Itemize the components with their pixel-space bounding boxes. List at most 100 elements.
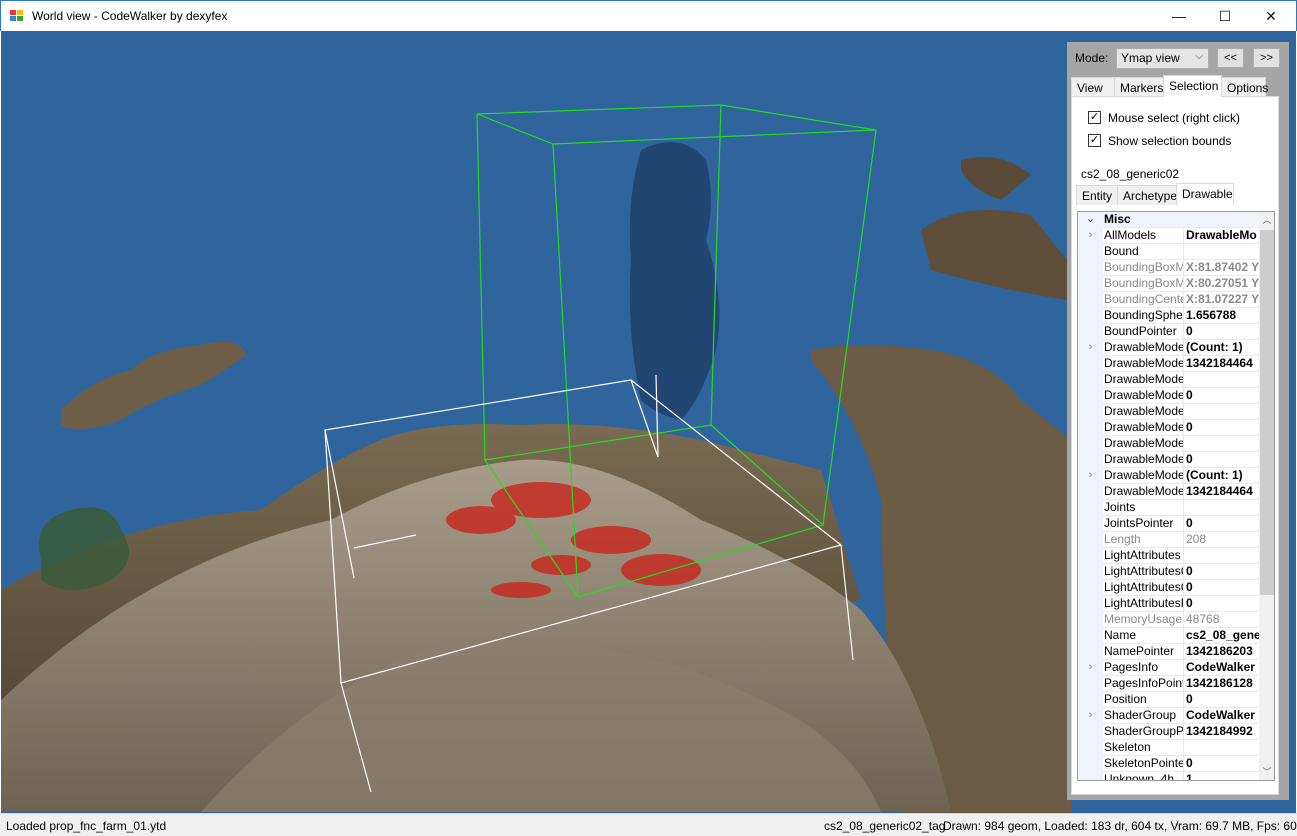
property-row[interactable]: DrawableModels0 bbox=[1078, 388, 1259, 404]
row-margin bbox=[1078, 276, 1103, 292]
property-row[interactable]: DrawableModels bbox=[1078, 372, 1259, 388]
show-bounds-checkbox[interactable]: ✓ bbox=[1088, 134, 1101, 147]
row-margin bbox=[1078, 564, 1103, 580]
property-row[interactable]: DrawableModels0 bbox=[1078, 452, 1259, 468]
property-name: BoundingCenter bbox=[1104, 292, 1184, 308]
property-name: LightAttributesPo bbox=[1104, 596, 1184, 612]
property-value: 0 bbox=[1186, 580, 1193, 594]
expand-icon[interactable]: › bbox=[1078, 228, 1103, 244]
mouse-select-checkbox[interactable]: ✓ bbox=[1088, 111, 1101, 124]
property-value: 0 bbox=[1186, 692, 1193, 706]
property-row[interactable]: DrawableModels1342184464 bbox=[1078, 356, 1259, 372]
property-value bbox=[1186, 740, 1259, 756]
property-row[interactable]: MemoryUsage 48768 bbox=[1078, 612, 1259, 628]
scroll-thumb[interactable] bbox=[1260, 230, 1274, 595]
expand-icon[interactable]: › bbox=[1078, 468, 1103, 484]
property-value: cs2_08_generic02 bbox=[1186, 628, 1259, 642]
category-misc[interactable]: ⌄ Misc bbox=[1078, 212, 1259, 228]
chevron-down-icon: ⌵ bbox=[1195, 51, 1203, 62]
close-button[interactable]: ✕ bbox=[1248, 1, 1294, 31]
subtab-archetype[interactable]: Archetype bbox=[1117, 185, 1177, 205]
property-name: Bound bbox=[1104, 244, 1184, 260]
property-value: 208 bbox=[1186, 532, 1207, 546]
expand-icon[interactable]: › bbox=[1078, 660, 1103, 676]
mouse-select-label: Mouse select (right click) bbox=[1108, 111, 1241, 125]
show-bounds-label: Show selection bounds bbox=[1108, 134, 1232, 148]
ghost-model bbox=[629, 142, 720, 420]
property-row[interactable]: DrawableModels bbox=[1078, 404, 1259, 420]
property-row[interactable]: JointsPointer 0 bbox=[1078, 516, 1259, 532]
property-row[interactable]: SkeletonPointer 0 bbox=[1078, 756, 1259, 772]
property-row[interactable]: BoundingBoxMa X:81.87402 Y bbox=[1078, 260, 1259, 276]
property-row[interactable]: Namecs2_08_generic02 bbox=[1078, 628, 1259, 644]
property-row[interactable]: LightAttributesPo0 bbox=[1078, 596, 1259, 612]
property-row[interactable]: DrawableModels1342184464 bbox=[1078, 484, 1259, 500]
scroll-down-icon[interactable]: ﹀ bbox=[1259, 764, 1274, 780]
property-row[interactable]: BoundingSphere1.656788 bbox=[1078, 308, 1259, 324]
property-row[interactable]: LightAttributes bbox=[1078, 548, 1259, 564]
property-row[interactable]: › ShaderGroup CodeWalker bbox=[1078, 708, 1259, 724]
row-margin bbox=[1078, 516, 1103, 532]
row-margin bbox=[1078, 404, 1103, 420]
property-row[interactable]: › AllModels DrawableMo bbox=[1078, 228, 1259, 244]
resize-grip[interactable]: ⋰ bbox=[1286, 820, 1295, 831]
property-row[interactable]: BoundPointer 0 bbox=[1078, 324, 1259, 340]
scroll-up-icon[interactable]: ︿ bbox=[1259, 212, 1274, 228]
property-row[interactable]: LightAttributesCo0 bbox=[1078, 564, 1259, 580]
property-name: DrawableModels bbox=[1104, 468, 1184, 484]
tab-selection[interactable]: Selection bbox=[1163, 75, 1222, 97]
expand-icon[interactable]: › bbox=[1078, 340, 1103, 356]
tab-markers[interactable]: Markers bbox=[1114, 77, 1164, 97]
property-name: DrawableModels bbox=[1104, 452, 1184, 468]
subtab-drawable[interactable]: Drawable bbox=[1176, 183, 1234, 205]
property-row[interactable]: DrawableModels bbox=[1078, 436, 1259, 452]
selection-tab-page: ✓ Mouse select (right click) ✓ Show sele… bbox=[1071, 96, 1279, 795]
property-value: 1342184992 bbox=[1186, 724, 1253, 738]
property-value: CodeWalker bbox=[1186, 660, 1255, 674]
property-row[interactable]: ShaderGroupPointer1342184992 bbox=[1078, 724, 1259, 740]
window-title: World view - CodeWalker by dexyfex bbox=[32, 9, 228, 23]
property-row[interactable]: Unknown_4h 1 bbox=[1078, 772, 1259, 780]
property-grid[interactable]: ⌄ Misc › AllModels DrawableMo Bound BoundingBo… bbox=[1077, 211, 1275, 781]
property-row[interactable]: Length 208 bbox=[1078, 532, 1259, 548]
property-row[interactable]: BoundingBoxMinX:80.27051 Y bbox=[1078, 276, 1259, 292]
property-row[interactable]: Joints bbox=[1078, 500, 1259, 516]
maximize-button[interactable]: ☐ bbox=[1202, 1, 1248, 31]
property-row[interactable]: Skeleton bbox=[1078, 740, 1259, 756]
property-row[interactable]: Position 0 bbox=[1078, 692, 1259, 708]
property-row[interactable]: NamePointer 1342186203 bbox=[1078, 644, 1259, 660]
property-row[interactable]: ›DrawableModels(Count: 1) bbox=[1078, 340, 1259, 356]
property-name: BoundingSphere bbox=[1104, 308, 1184, 324]
expand-icon[interactable]: › bbox=[1078, 708, 1103, 724]
property-row[interactable]: DrawableModels0 bbox=[1078, 420, 1259, 436]
row-margin bbox=[1078, 612, 1103, 628]
property-name: DrawableModels bbox=[1104, 404, 1184, 420]
app-icon bbox=[10, 10, 23, 21]
tab-view[interactable]: View bbox=[1071, 77, 1115, 97]
property-row[interactable]: › PagesInfo CodeWalker bbox=[1078, 660, 1259, 676]
prev-button[interactable]: << bbox=[1217, 48, 1244, 68]
property-row[interactable]: BoundingCenter X:81.07227 Y bbox=[1078, 292, 1259, 308]
property-row[interactable]: ›DrawableModels(Count: 1) bbox=[1078, 468, 1259, 484]
property-value: 1342186203 bbox=[1186, 644, 1253, 658]
mode-select[interactable]: Ymap view ⌵ bbox=[1116, 48, 1209, 69]
property-name: DrawableModels bbox=[1104, 372, 1184, 388]
row-margin bbox=[1078, 548, 1103, 564]
property-row[interactable]: LightAttributesCo0 bbox=[1078, 580, 1259, 596]
property-name: DrawableModels bbox=[1104, 484, 1184, 500]
scrollbar[interactable]: ︿ ﹀ bbox=[1259, 212, 1274, 780]
collapse-icon[interactable]: ⌄ bbox=[1078, 212, 1103, 228]
3d-viewport[interactable]: Mode: Ymap view ⌵ << >> View Markers Sele… bbox=[1, 31, 1296, 813]
property-name: Length bbox=[1104, 532, 1184, 548]
tab-options[interactable]: Options bbox=[1221, 77, 1268, 97]
next-button[interactable]: >> bbox=[1253, 48, 1280, 68]
property-row[interactable]: Bound bbox=[1078, 244, 1259, 260]
mode-label: Mode: bbox=[1075, 51, 1109, 65]
property-name: JointsPointer bbox=[1104, 516, 1184, 532]
minimize-button[interactable]: — bbox=[1156, 1, 1202, 31]
property-row[interactable]: PagesInfoPointer1342186128 bbox=[1078, 676, 1259, 692]
row-margin bbox=[1078, 644, 1103, 660]
property-value: 0 bbox=[1186, 324, 1193, 338]
subtab-entity[interactable]: Entity bbox=[1076, 185, 1118, 205]
row-margin bbox=[1078, 452, 1103, 468]
